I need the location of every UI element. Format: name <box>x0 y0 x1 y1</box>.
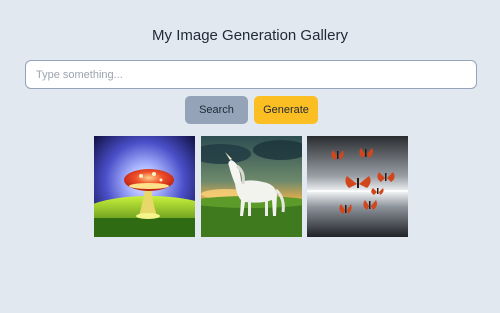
unicorn-image <box>201 136 302 237</box>
generate-button[interactable]: Generate <box>254 96 318 124</box>
gallery-image-unicorn[interactable] <box>201 136 302 237</box>
page-title: My Image Generation Gallery <box>152 27 348 44</box>
search-input[interactable] <box>25 60 477 89</box>
search-button[interactable]: Search <box>185 96 248 124</box>
gallery-image-mushroom[interactable] <box>94 136 195 237</box>
gallery-image-butterflies[interactable] <box>307 136 408 237</box>
mushroom-image <box>94 136 195 237</box>
butterflies-image <box>307 136 408 237</box>
gallery-page: My Image Generation Gallery Search Gener… <box>0 0 500 313</box>
